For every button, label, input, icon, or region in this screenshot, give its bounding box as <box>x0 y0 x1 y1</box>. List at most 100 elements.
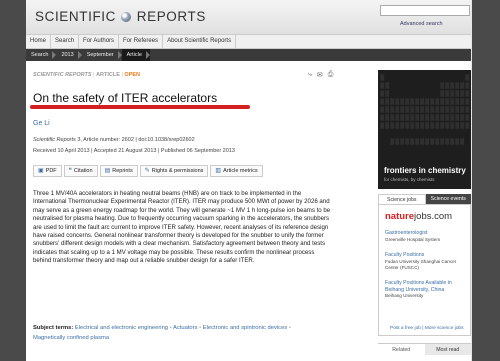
periodic-cell <box>399 121 405 130</box>
tab-related[interactable]: Related <box>378 344 425 355</box>
periodic-cell <box>389 121 395 130</box>
breadcrumb-month[interactable]: September <box>82 49 122 61</box>
frontiers-title: frontiers in chemistry <box>384 166 466 175</box>
subject-link[interactable]: Actuators <box>173 325 198 331</box>
periodic-cell <box>464 97 470 106</box>
logo-left-text: SCIENTIFIC <box>35 9 117 24</box>
periodic-cell <box>464 121 470 130</box>
periodic-cell <box>384 121 390 130</box>
periodic-cell <box>379 73 385 82</box>
search-input[interactable] <box>380 5 470 16</box>
subject-terms: Subject terms: Electrical and electronic… <box>33 323 333 343</box>
periodic-cell <box>454 105 460 114</box>
job-listing[interactable]: Faculty Positions Fudan University Shang… <box>385 252 469 271</box>
periodic-cell <box>379 97 385 106</box>
periodic-cell <box>414 113 420 122</box>
periodic-cell <box>394 97 400 106</box>
job-org: Greenville Hospital System <box>385 236 441 242</box>
periodic-cell <box>439 81 445 90</box>
periodic-cell <box>449 97 455 106</box>
nav-home[interactable]: Home <box>26 35 52 48</box>
nav-about[interactable]: About Scientific Reports <box>163 35 237 48</box>
periodic-cell <box>394 105 400 114</box>
periodic-cell <box>419 105 425 114</box>
frontiers-ad-banner[interactable]: frontiers in chemistry for chemists, by … <box>378 163 471 189</box>
journal-name: SCIENTIFIC REPORTS <box>33 72 92 78</box>
periodic-cell <box>464 105 470 114</box>
subject-link[interactable]: Magnetically confined plasma <box>33 335 109 341</box>
reprints-label: Reprints <box>112 168 133 174</box>
periodic-cell <box>454 121 460 130</box>
periodic-cell <box>459 105 465 114</box>
periodic-cell <box>414 105 420 114</box>
subject-link[interactable]: Electronic and spintronic devices <box>203 325 287 331</box>
periodic-cell <box>429 121 435 130</box>
periodic-cell <box>389 105 395 114</box>
nav-for-referees[interactable]: For Referees <box>119 35 164 48</box>
tab-most-read[interactable]: Most read <box>424 344 471 355</box>
periodic-cell <box>389 137 395 146</box>
citation-button[interactable]: ❝ Citation <box>63 165 98 177</box>
periodic-cell <box>434 137 440 146</box>
periodic-cell <box>404 121 410 130</box>
periodic-cell <box>384 105 390 114</box>
rights-permissions-button[interactable]: ✎ Rights & permissions <box>139 165 209 177</box>
periodic-cell <box>409 105 415 114</box>
periodic-cell <box>409 97 415 106</box>
masthead: SCIENTIFIC REPORTS Go Advanced search <box>26 0 472 34</box>
share-icon[interactable]: ⤷ <box>308 71 312 79</box>
periodic-table-ad-image[interactable] <box>378 70 471 163</box>
subject-link[interactable]: Electrical and electronic engineering <box>75 325 168 331</box>
periodic-cell <box>399 137 405 146</box>
periodic-cell <box>389 113 395 122</box>
breadcrumb-search[interactable]: Search <box>26 49 57 61</box>
jobs-panel: naturejobs.com Gastroenterologist Greenv… <box>378 204 471 336</box>
journal-logo[interactable]: SCIENTIFIC REPORTS <box>35 9 206 24</box>
periodic-cell <box>424 105 430 114</box>
periodic-cell <box>449 137 455 146</box>
periodic-cell <box>429 137 435 146</box>
permissions-icon: ✎ <box>144 168 150 174</box>
subject-terms-label: Subject terms: <box>33 325 74 331</box>
article-metrics-button[interactable]: ▥ Article metrics <box>210 165 263 177</box>
nav-search[interactable]: Search <box>51 35 80 48</box>
job-listing[interactable]: Faculty Positions Available in Beihang U… <box>385 280 469 299</box>
periodic-cell <box>459 113 465 122</box>
periodic-cell <box>439 121 445 130</box>
periodic-cell <box>459 81 465 90</box>
subject-separator: • <box>288 325 291 331</box>
tab-science-events[interactable]: Science events <box>425 194 471 204</box>
periodic-cell <box>404 97 410 106</box>
periodic-cell <box>444 105 450 114</box>
citation-details: 3, Article number: 2602 | doi:10.1038/sr… <box>75 137 195 143</box>
periodic-cell <box>429 97 435 106</box>
frontiers-subtitle: for chemists, by chemists <box>384 177 435 182</box>
author-link[interactable]: Ge Li <box>33 120 50 127</box>
naturejobs-logo[interactable]: naturejobs.com <box>385 211 452 222</box>
tab-science-jobs[interactable]: Science jobs <box>378 194 426 204</box>
job-org: Beihang University <box>385 293 424 298</box>
periodic-cell <box>459 89 465 98</box>
article-abstract: Three 1 MV/40A accelerators in heating n… <box>33 190 331 265</box>
metrics-label: Article metrics <box>223 168 258 174</box>
periodic-cell <box>424 113 430 122</box>
reprints-button[interactable]: ▤ Reprints <box>99 165 138 177</box>
email-icon[interactable]: ✉ <box>317 71 323 79</box>
logo-right-text: REPORTS <box>136 9 206 24</box>
periodic-cell <box>379 105 385 114</box>
title-highlight-underline <box>30 105 250 109</box>
post-job-links[interactable]: Post a free job | More science jobs <box>390 326 464 331</box>
pdf-button[interactable]: ▣ PDF <box>33 165 62 177</box>
job-listing[interactable]: Gastroenterologist Greenville Hospital S… <box>385 230 469 243</box>
periodic-cell <box>464 81 470 90</box>
periodic-cell <box>399 105 405 114</box>
nav-for-authors[interactable]: For Authors <box>79 35 120 48</box>
periodic-cell <box>454 81 460 90</box>
advanced-search-link[interactable]: Advanced search <box>400 21 443 27</box>
print-icon[interactable]: ⎙ <box>328 71 334 79</box>
periodic-cell <box>419 121 425 130</box>
periodic-cell <box>379 113 385 122</box>
vertical-scrollbar[interactable] <box>471 0 472 361</box>
breadcrumb-year[interactable]: 2013 <box>56 49 82 61</box>
periodic-cell <box>429 113 435 122</box>
